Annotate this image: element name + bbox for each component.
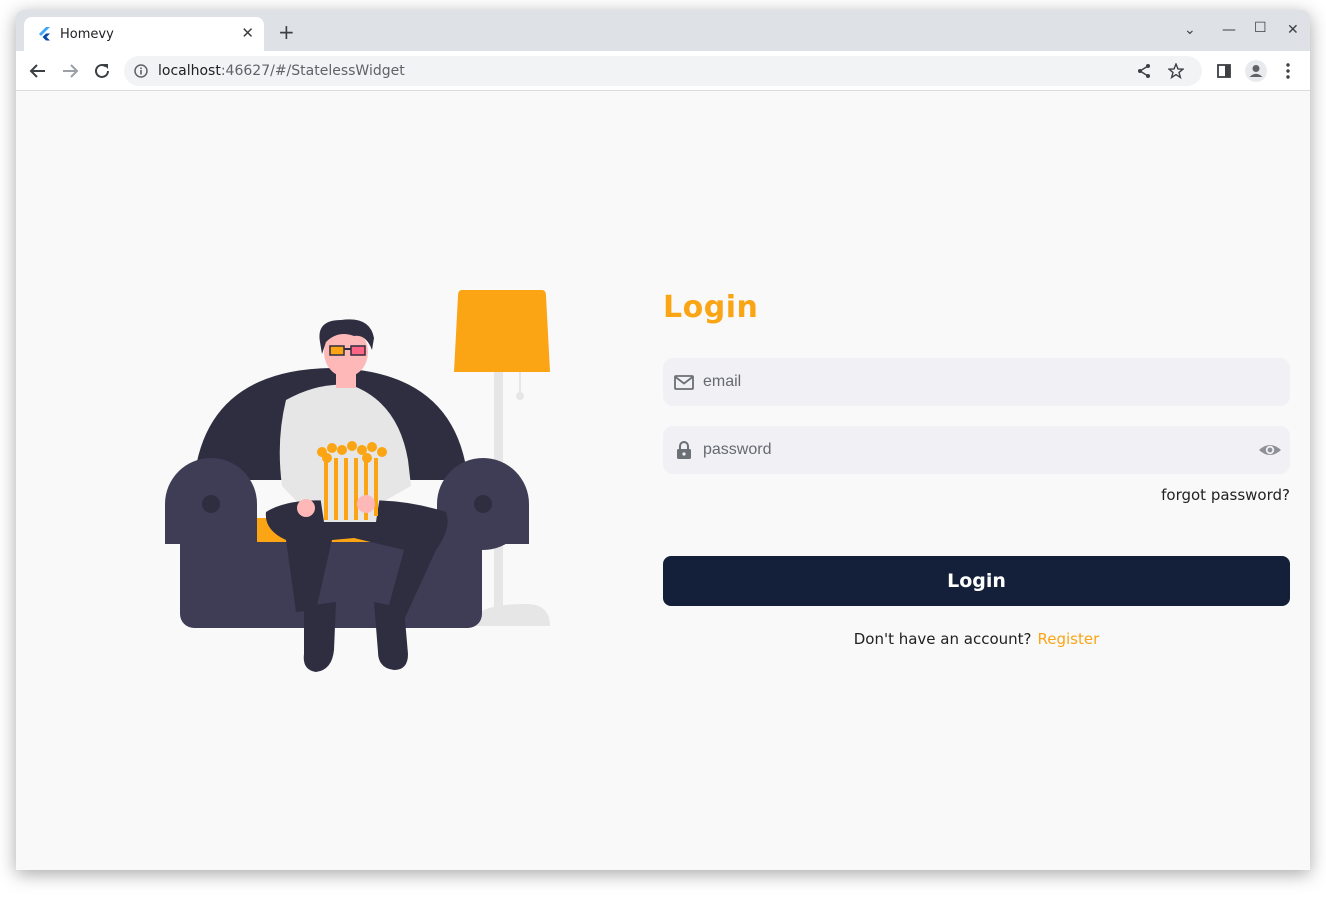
tab-homevy[interactable]: Homevy ✕: [24, 17, 264, 51]
password-input[interactable]: [703, 426, 1243, 474]
login-page: Login forgot password? Login: [16, 92, 1310, 870]
plus-icon[interactable]: +: [278, 22, 295, 42]
browser-toolbar: localhost:46627/#/StatelessWidget: [16, 51, 1310, 91]
tab-strip: Homevy ✕ + ⌄ — ☐ ✕: [16, 10, 1310, 51]
email-input[interactable]: [703, 358, 1243, 406]
lamp-shade: [454, 290, 550, 372]
url-text: localhost:46627/#/StatelessWidget: [158, 63, 405, 79]
url-path: :46627/#/StatelessWidget: [220, 63, 405, 79]
close-icon[interactable]: ✕: [241, 26, 254, 42]
url-host: localhost: [158, 63, 221, 79]
email-field[interactable]: [663, 358, 1290, 406]
register-link[interactable]: Register: [1038, 630, 1100, 648]
login-title: Login: [663, 290, 759, 325]
star-icon[interactable]: [1168, 63, 1184, 79]
share-icon[interactable]: [1136, 63, 1152, 79]
tab-title: Homevy: [60, 27, 114, 42]
eye-icon[interactable]: [1258, 439, 1282, 461]
forgot-password-link[interactable]: forgot password?: [1161, 486, 1290, 504]
minimize-icon[interactable]: —: [1222, 22, 1236, 38]
lock-icon: [677, 441, 691, 459]
info-icon[interactable]: [134, 64, 148, 78]
more-vert-icon[interactable]: [1276, 59, 1300, 83]
register-row: Don't have an account? Register: [663, 630, 1290, 648]
couch-illustration: [165, 290, 550, 672]
forward-arrow-icon[interactable]: [58, 59, 82, 83]
browser-window: Homevy ✕ + ⌄ — ☐ ✕ localhost:46627/#/Sta…: [16, 10, 1310, 870]
person-shoe-right: [374, 602, 408, 670]
login-button[interactable]: Login: [663, 556, 1290, 606]
mail-icon: [674, 375, 694, 390]
address-bar[interactable]: localhost:46627/#/StatelessWidget: [124, 56, 1202, 86]
back-arrow-icon[interactable]: [26, 59, 50, 83]
maximize-icon[interactable]: ☐: [1254, 20, 1267, 36]
close-window-icon[interactable]: ✕: [1287, 22, 1299, 38]
password-field[interactable]: [663, 426, 1290, 474]
profile-icon[interactable]: [1244, 59, 1268, 83]
person-shoe-left: [303, 602, 336, 672]
flutter-icon: [39, 27, 50, 41]
reload-icon[interactable]: [90, 59, 114, 83]
side-panel-icon[interactable]: [1212, 59, 1236, 83]
lamp-base: [476, 604, 550, 626]
no-account-text: Don't have an account?: [853, 630, 1032, 648]
chevron-down-icon[interactable]: ⌄: [1184, 22, 1196, 38]
